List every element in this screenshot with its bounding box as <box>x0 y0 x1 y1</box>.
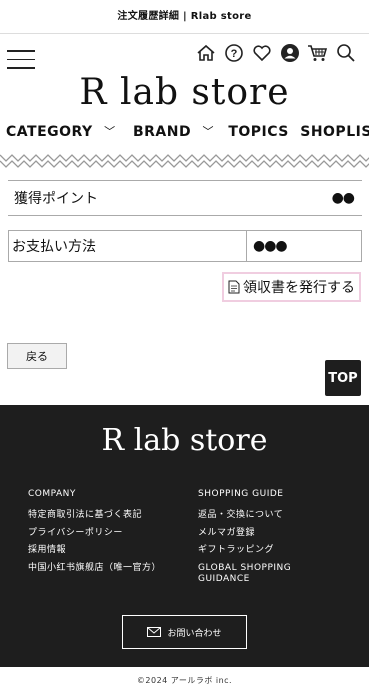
footer-link-legal[interactable]: 特定商取引法に基づく表記 <box>28 510 161 521</box>
footer-company-heading: COMPANY <box>28 489 76 499</box>
scroll-top-button[interactable]: TOP <box>325 360 361 396</box>
footer-guide-heading: SHOPPING GUIDE <box>198 489 284 499</box>
footer-link-global-shopping[interactable]: GLOBAL SHOPPING GUIDANCE <box>198 563 308 585</box>
mail-icon <box>147 627 162 637</box>
menu-button[interactable] <box>7 50 35 70</box>
payment-row: お支払い方法 ●●● <box>8 230 362 262</box>
copyright: ©2024 アールラボ inc. <box>136 676 233 685</box>
footer-link-privacy[interactable]: プライバシーポリシー <box>28 528 161 539</box>
footer-guide-column: SHOPPING GUIDE 返品・交換について メルマガ登録 ギフトラッピング… <box>198 489 308 592</box>
account-icon[interactable] <box>279 42 301 64</box>
help-icon[interactable]: ? <box>223 42 245 64</box>
nav-topics[interactable]: TOPICS <box>228 124 289 140</box>
menu-line <box>7 67 35 69</box>
menu-line <box>7 50 35 52</box>
footer-link-gift-wrapping[interactable]: ギフトラッピング <box>198 545 308 556</box>
back-button[interactable]: 戻る <box>7 343 67 369</box>
issue-receipt-label: 領収書を発行する <box>243 280 355 296</box>
footer-logo[interactable]: R lab store <box>0 423 369 458</box>
page-title-bar: 注文履歴詳細 | Rlab store <box>0 0 369 34</box>
payment-value: ●●● <box>253 238 288 254</box>
footer-link-xiaohongshu[interactable]: 中国小红书旗舰店（唯一官方） <box>28 563 161 574</box>
footer-link-returns[interactable]: 返品・交換について <box>198 510 308 521</box>
home-icon[interactable] <box>195 42 217 64</box>
nav-category[interactable]: CATEGORY ﹀ <box>3 124 119 140</box>
menu-line <box>7 58 35 60</box>
contact-button[interactable]: お問い合わせ <box>122 615 247 649</box>
zigzag-divider <box>0 154 369 168</box>
svg-text:?: ? <box>231 48 238 60</box>
points-value: ●● <box>331 190 355 206</box>
chevron-down-icon: ﹀ <box>104 125 116 138</box>
footer-link-newsletter[interactable]: メルマガ登録 <box>198 528 308 539</box>
nav-category-label: CATEGORY <box>6 124 93 140</box>
points-row: 獲得ポイント ●● <box>8 180 362 216</box>
issue-receipt-button[interactable]: 領収書を発行する <box>222 272 361 302</box>
footer: R lab store COMPANY 特定商取引法に基づく表記 プライバシーポ… <box>0 405 369 667</box>
nav-shoplist[interactable]: SHOPLIST <box>300 124 369 140</box>
cart-icon[interactable] <box>307 42 329 64</box>
main-nav: CATEGORY ﹀ BRAND ﹀ TOPICS SHOPLIST <box>0 124 369 140</box>
payment-label: お支払い方法 <box>9 231 247 261</box>
footer-link-recruit[interactable]: 採用情報 <box>28 545 161 556</box>
nav-brand[interactable]: BRAND ﹀ <box>130 124 217 140</box>
footer-company-column: COMPANY 特定商取引法に基づく表記 プライバシーポリシー 採用情報 中国小… <box>28 489 161 581</box>
header-icons: ? <box>195 42 357 64</box>
points-label: 獲得ポイント <box>14 191 98 207</box>
contact-label: お問い合わせ <box>167 628 222 639</box>
heart-icon[interactable] <box>251 42 273 64</box>
nav-brand-label: BRAND <box>132 124 192 140</box>
site-logo[interactable]: R lab store <box>0 72 369 113</box>
document-icon <box>228 280 240 294</box>
chevron-down-icon: ﹀ <box>202 125 214 138</box>
search-icon[interactable] <box>335 42 357 64</box>
